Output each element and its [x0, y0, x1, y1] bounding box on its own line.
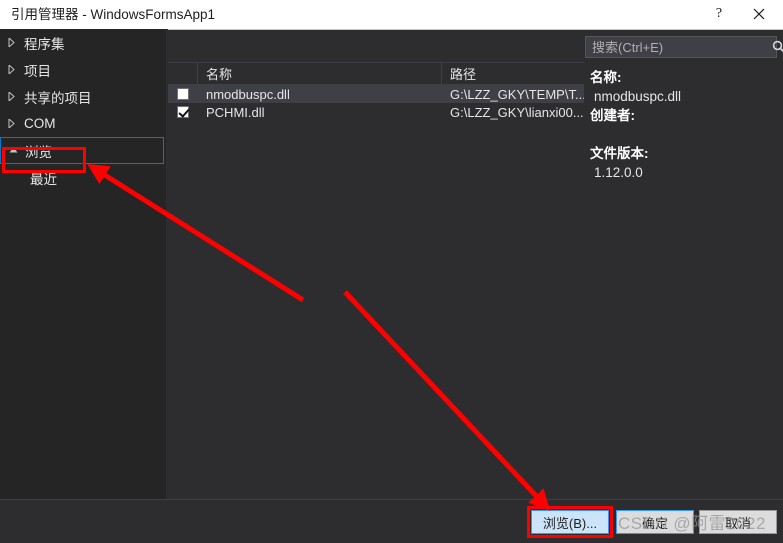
column-header-path[interactable]: 路径 [442, 63, 584, 84]
sidebar-item-label: 浏览 [25, 144, 52, 160]
browse-button[interactable]: 浏览(B)... [531, 510, 609, 534]
sidebar-item-assemblies[interactable]: 程序集 [0, 29, 166, 56]
title-bar: 引用管理器 - WindowsFormsApp1 ? [0, 0, 783, 30]
row-path: G:\LZZ_GKY\TEMP\T... [450, 86, 584, 102]
table-row[interactable]: PCHMI.dll G:\LZZ_GKY\lianxi00... [168, 103, 584, 121]
sidebar-subitem-label: 最近 [30, 171, 57, 187]
column-header-name[interactable]: 名称 [198, 63, 442, 84]
detail-pane: 名称: nmodbuspc.dll 创建者: 文件版本: 1.12.0.0 [590, 68, 778, 182]
cancel-button[interactable]: 取消 [699, 510, 777, 534]
sidebar-item-label: 共享的项目 [24, 90, 92, 106]
detail-name-label: 名称: [590, 70, 622, 85]
chevron-right-icon [8, 65, 22, 74]
detail-version-value: 1.12.0.0 [594, 165, 643, 180]
sidebar-item-label: COM [24, 116, 56, 131]
row-checkbox-cell[interactable] [168, 106, 198, 118]
dialog-footer: 浏览(B)... 确定 取消 [0, 499, 783, 543]
list-header-row: 名称 路径 [168, 63, 584, 85]
sidebar: 程序集 项目 共享的项目 COM 浏览 最近 [0, 29, 166, 499]
row-name: nmodbuspc.dll [206, 86, 290, 102]
row-name: PCHMI.dll [206, 104, 265, 120]
close-icon [753, 8, 765, 20]
sidebar-item-browse[interactable]: 浏览 [0, 137, 164, 164]
sidebar-item-label: 项目 [24, 63, 51, 79]
detail-name-value: nmodbuspc.dll [594, 89, 682, 104]
search-input[interactable] [586, 39, 772, 55]
row-path: G:\LZZ_GKY\lianxi00... [450, 104, 584, 120]
sidebar-item-projects[interactable]: 项目 [0, 56, 166, 83]
chevron-right-icon [8, 38, 22, 47]
help-button[interactable]: ? [701, 0, 737, 28]
sidebar-item-label: 程序集 [24, 36, 65, 52]
table-row[interactable]: nmodbuspc.dll G:\LZZ_GKY\TEMP\T... [168, 85, 584, 103]
reference-list: 名称 路径 nmodbuspc.dll G:\LZZ_GKY\TEMP\T...… [168, 62, 584, 500]
row-checkbox-cell[interactable] [168, 88, 198, 100]
chevron-right-icon [8, 92, 22, 101]
close-button[interactable] [741, 0, 777, 28]
question-mark-icon: ? [715, 6, 723, 21]
page-title: 引用管理器 - WindowsFormsApp1 [11, 7, 216, 22]
search-icon[interactable] [772, 40, 783, 54]
checkbox-icon[interactable] [177, 88, 189, 100]
detail-version-label: 文件版本: [590, 146, 649, 161]
chevron-down-icon [9, 147, 23, 154]
chevron-right-icon [8, 119, 22, 128]
checkbox-checked-icon[interactable] [177, 106, 189, 118]
search-box[interactable]: ▾ [585, 36, 783, 58]
detail-creator-label: 创建者: [590, 108, 635, 123]
sidebar-item-shared-projects[interactable]: 共享的项目 [0, 83, 166, 110]
sidebar-item-recent[interactable]: 最近 [0, 164, 166, 191]
reference-manager-dialog: 引用管理器 - WindowsFormsApp1 ? 程序集 项目 共享的项目 … [0, 0, 783, 543]
column-header-checkbox [168, 63, 198, 84]
detail-creator-value [590, 125, 778, 144]
sidebar-item-com[interactable]: COM [0, 110, 166, 137]
ok-button[interactable]: 确定 [616, 510, 694, 534]
